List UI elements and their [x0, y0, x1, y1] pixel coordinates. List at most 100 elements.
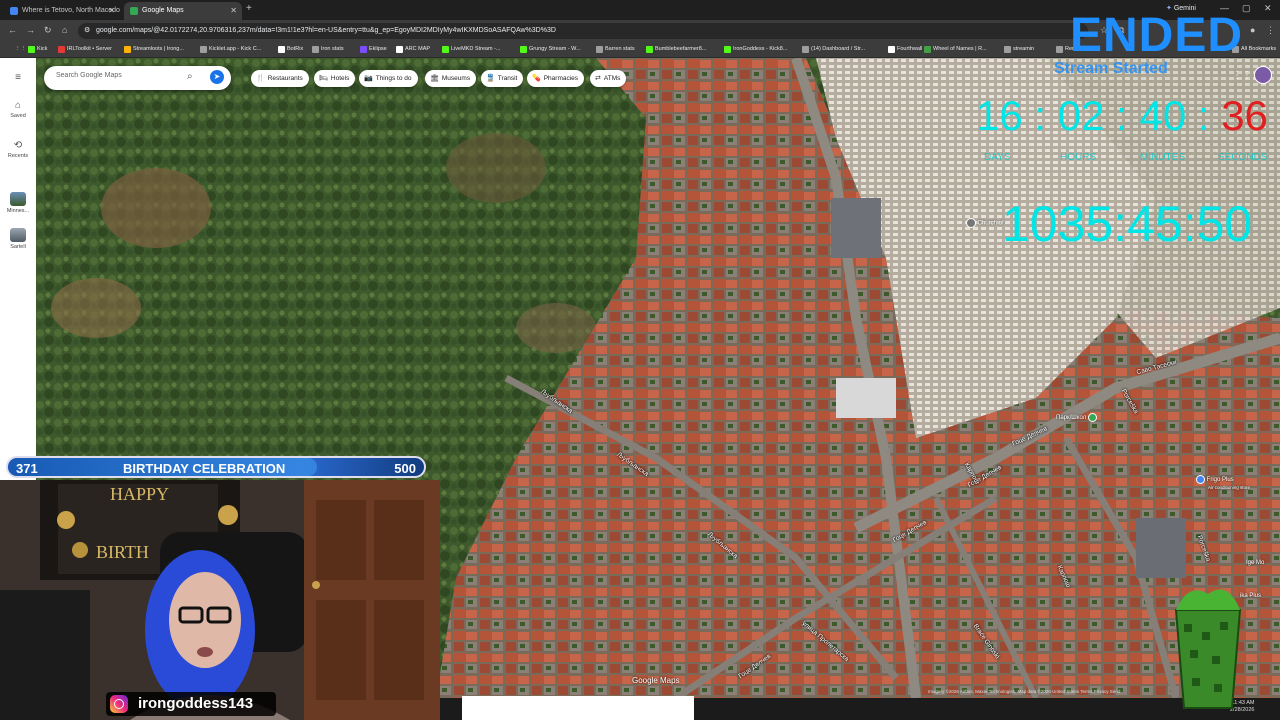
bookmark-item[interactable]: IRLToolkit • Server: [58, 45, 112, 54]
bookmark-label: Fourthwall: [897, 46, 923, 52]
chip-things-to-do[interactable]: 📷 Things to do: [359, 70, 418, 87]
chip-hotels[interactable]: 🛏 Hotels: [314, 70, 356, 87]
chip-pharmacies[interactable]: 💊 Pharmacies: [527, 70, 585, 87]
chip-restaurants[interactable]: 🍴 Restaurants: [251, 70, 309, 87]
tab-title: Where is Tetovo, North Macedo: [22, 7, 120, 14]
pill-icon: 💊: [532, 75, 541, 82]
bookmark-favicon-icon: [1056, 46, 1063, 53]
bookmark-favicon-icon: [924, 46, 931, 53]
home-icon[interactable]: ⌂: [62, 25, 67, 35]
chip-museums[interactable]: 🏛 Museums: [425, 70, 477, 87]
recent-place-sartell[interactable]: Sartell: [0, 228, 36, 250]
bookmark-label: IronGoddess - Kick8...: [733, 46, 788, 52]
bookmark-item[interactable]: BotRix: [278, 45, 303, 54]
close-window-button[interactable]: ✕: [1264, 3, 1272, 14]
maps-favicon-icon: [130, 7, 138, 15]
bookmark-item[interactable]: Iron stats: [312, 45, 344, 54]
timer-sep: :: [1116, 92, 1128, 139]
poi-ige-mo[interactable]: Ige Mo: [1246, 560, 1264, 566]
directions-icon[interactable]: ➤: [210, 70, 224, 84]
uptime-counter: 1035:45:50: [1002, 196, 1253, 252]
instagram-icon: [110, 695, 128, 713]
apps-grid-icon[interactable]: ⋮⋮: [6, 45, 26, 54]
profile-icon[interactable]: ●: [1250, 25, 1255, 35]
maps-search-box[interactable]: Search Google Maps ⌕ ➤: [44, 66, 231, 90]
chip-transit[interactable]: 🚆 Transit: [481, 70, 524, 87]
timer-seconds: 36: [1221, 92, 1268, 139]
recents-button[interactable]: ⟲ Recents: [0, 140, 36, 159]
bookmark-item[interactable]: Grungy Stream - W...: [520, 45, 581, 54]
bookmark-favicon-icon: [360, 46, 367, 53]
close-tab-icon[interactable]: ✕: [230, 2, 237, 20]
bookmark-favicon-icon: [1004, 46, 1011, 53]
place-thumbnail: [10, 192, 26, 206]
bookmark-item[interactable]: Bumblebeefarmer8...: [646, 45, 706, 54]
timer-minutes: 40: [1139, 92, 1187, 139]
instagram-handle-tag: irongoddess143: [106, 692, 276, 716]
browser-menu-icon[interactable]: ⋮: [1266, 25, 1275, 36]
bookmark-item[interactable]: Streamloots | Irong...: [124, 45, 184, 54]
bookmark-label: (14) Dashboard / Str...: [811, 46, 866, 52]
bookmark-favicon-icon: [596, 46, 603, 53]
place-thumbnail: [10, 228, 26, 242]
tab-google-maps[interactable]: Google Maps ✕: [124, 2, 242, 20]
bookmark-item[interactable]: ARC MAP: [396, 45, 430, 54]
timer-sep: :: [1197, 92, 1210, 139]
back-icon[interactable]: ←: [8, 25, 17, 35]
bookmark-label: Streamloots | Irong...: [133, 46, 184, 52]
goal-progress-bar: 371 BIRTHDAY CELEBRATION 500: [6, 456, 426, 478]
bookmark-item[interactable]: LiveMKD Stream -...: [442, 45, 501, 54]
webcam-image: HAPPY BIRTH: [0, 480, 440, 720]
bookmark-label: All Bookmarks: [1241, 46, 1277, 52]
bookmark-label: Grungy Stream - W...: [529, 46, 581, 52]
timer-label-hours: HOURS: [1060, 152, 1097, 163]
poi-park[interactable]: Парк/Школ: [1056, 413, 1097, 422]
recent-place-minnesota[interactable]: Minnes...: [0, 192, 36, 214]
timer-sep: :: [1034, 92, 1047, 139]
url-field[interactable]: ⚙ google.com/maps/@42.0172274,20.9706316…: [78, 23, 1088, 39]
bookmark-item[interactable]: IronGoddess - Kick8...: [724, 45, 787, 54]
goal-title: BIRTHDAY CELEBRATION: [123, 461, 286, 476]
reload-icon[interactable]: ↻: [44, 25, 52, 36]
tab-where-is-tetovo[interactable]: Where is Tetovo, North Macedo ✕: [4, 2, 120, 20]
account-avatar[interactable]: [1254, 66, 1272, 84]
svg-text:HAPPY: HAPPY: [110, 484, 169, 504]
bookmark-icon: ⌂: [14, 100, 22, 111]
bookmark-item[interactable]: Wheel of Names | R...: [924, 45, 987, 54]
search-icon[interactable]: ⌕: [187, 71, 193, 82]
google-apps-icon[interactable]: ⋮⋮: [1232, 70, 1252, 81]
bookmark-item[interactable]: Kicklet.app - Kick C...: [200, 45, 261, 54]
instagram-handle: irongoddess143: [138, 695, 254, 712]
forward-icon[interactable]: →: [26, 25, 35, 35]
menu-icon: ≡: [15, 72, 21, 83]
map-attribution: Imagery ©2026 Airbus, Maxar Technologies…: [928, 689, 1121, 694]
poi-church[interactable]: Church of: [966, 218, 1004, 228]
maximize-button[interactable]: ▢: [1242, 3, 1251, 14]
bookmark-item[interactable]: streamin: [1004, 45, 1034, 54]
close-tab-icon[interactable]: ✕: [108, 2, 115, 20]
bookmark-favicon-icon: [312, 46, 319, 53]
goal-current-value: 371: [16, 461, 38, 476]
bookmark-favicon-icon: [646, 46, 653, 53]
bookmark-label: IRLToolkit • Server: [67, 46, 112, 52]
new-tab-button[interactable]: +: [246, 3, 252, 14]
bookmark-item[interactable]: Eklipse: [360, 45, 387, 54]
menu-button[interactable]: ≡: [0, 72, 36, 85]
bookmark-item[interactable]: Barren stats: [596, 45, 635, 54]
bookmark-item[interactable]: Fourthwall: [888, 45, 922, 54]
tab-title: Google Maps: [142, 7, 184, 14]
saved-button[interactable]: ⌂ Saved: [0, 100, 36, 119]
poi-frigo-plus[interactable]: Frigo Plus: [1196, 475, 1234, 484]
site-info-icon[interactable]: ⚙: [84, 23, 90, 39]
store-pin-icon: [1196, 475, 1205, 484]
bookmark-favicon-icon: [58, 46, 65, 53]
chip-atms[interactable]: ⇄ ATMs: [590, 70, 627, 87]
google-favicon-icon: [10, 7, 18, 15]
bookmark-item[interactable]: (14) Dashboard / Str...: [802, 45, 865, 54]
timer-days: 16: [976, 92, 1023, 139]
bookmark-label: Barren stats: [605, 46, 635, 52]
search-input[interactable]: Search Google Maps: [56, 72, 122, 79]
bookmark-item[interactable]: Kick: [28, 45, 47, 54]
timer-label-minutes: MINUTES: [1140, 152, 1185, 163]
webcam-feed: HAPPY BIRTH: [0, 480, 440, 720]
